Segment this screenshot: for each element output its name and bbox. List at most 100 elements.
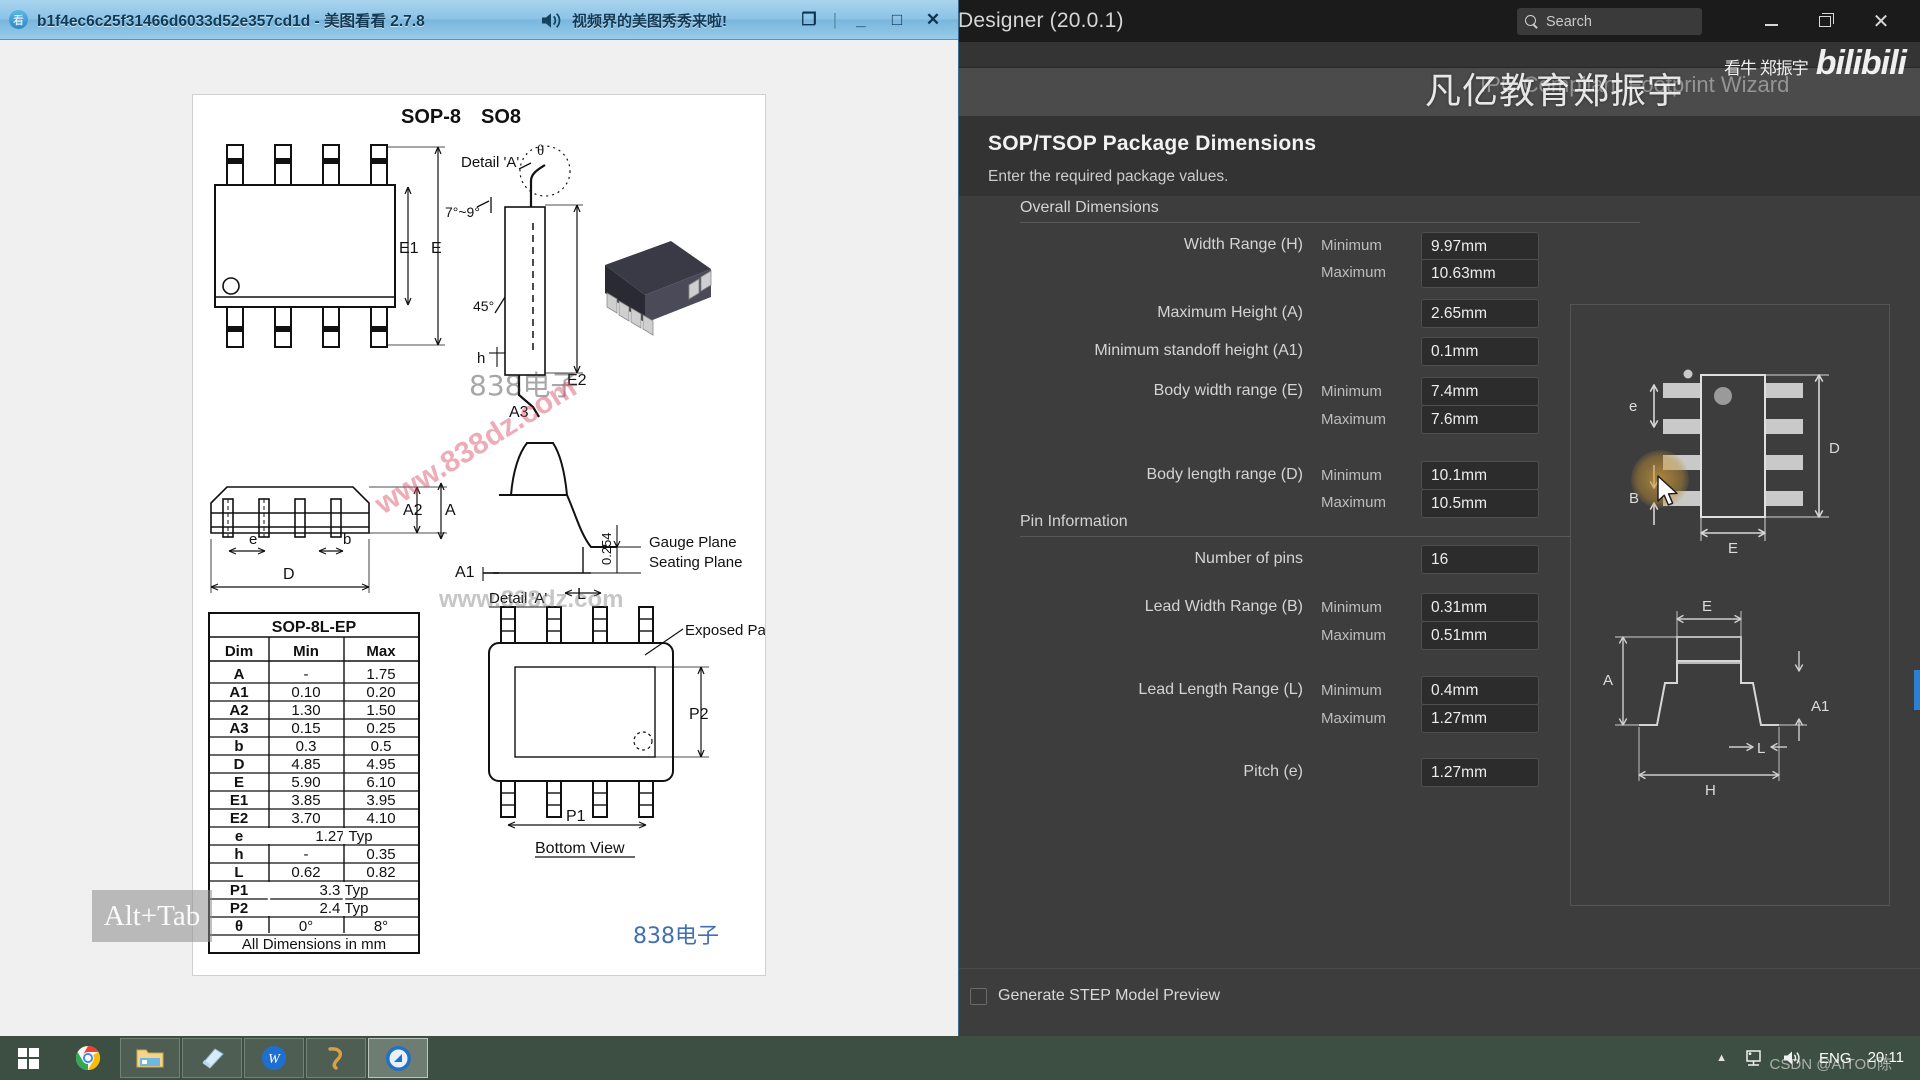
input-body-length-min[interactable]: 10.1mm — [1421, 461, 1539, 490]
search-input[interactable]: Search — [1517, 8, 1702, 35]
label-angle-45: 45° — [473, 298, 494, 314]
input-width-max[interactable]: 10.63mm — [1421, 259, 1539, 288]
start-button[interactable] — [0, 1036, 56, 1080]
label-number-of-pins: Number of pins — [958, 550, 1303, 568]
altium-icon — [385, 1045, 412, 1072]
taskbar-item-wps[interactable]: W — [244, 1038, 304, 1078]
input-body-width-max[interactable]: 7.6mm — [1421, 405, 1539, 434]
input-lead-width-min[interactable]: 0.31mm — [1421, 593, 1539, 622]
viewer-canvas[interactable]: SOP-8 SO8 — [0, 40, 958, 1036]
dim-p2: P2 — [689, 706, 709, 723]
svg-text:-: - — [304, 846, 309, 863]
label-seating-plane: Seating Plane — [649, 554, 742, 571]
footprint-wizard-dialog: SOP/TSOP Package Dimensions Enter the re… — [958, 116, 1920, 1040]
viewer-minimize-button[interactable]: _ — [846, 7, 876, 33]
generate-step-model-preview-checkbox[interactable]: Generate STEP Model Preview — [970, 987, 1920, 1005]
svg-text:5.90: 5.90 — [291, 774, 320, 791]
label-max-height: Maximum Height (A) — [958, 304, 1303, 322]
viewer-window-controls: ❐ | _ □ ✕ — [794, 0, 948, 40]
generate-step-model-preview-label: Generate STEP Model Preview — [998, 987, 1220, 1005]
label-width-minimum: Minimum — [1321, 237, 1382, 254]
search-icon — [1525, 15, 1539, 29]
wizard-title: SOP/TSOP Package Dimensions — [988, 132, 1920, 156]
input-lead-length-min[interactable]: 0.4mm — [1421, 676, 1539, 705]
preview-dim-d: D — [1829, 440, 1840, 457]
svg-text:A2: A2 — [229, 702, 248, 719]
taskbar-item-app-yellow[interactable] — [306, 1038, 366, 1078]
label-pitch: Pitch (e) — [958, 763, 1303, 781]
maximize-button[interactable] — [1802, 0, 1848, 42]
dim-e-pitch: e — [249, 531, 257, 548]
taskbar-item-image-viewer[interactable] — [182, 1038, 242, 1078]
image-viewer-window: 看 b1f4ec6c25f31466d6033d52e357cd1d - 美图看… — [0, 0, 958, 1036]
table-header-min: Min — [293, 643, 319, 660]
svg-text:D: D — [234, 756, 245, 773]
input-max-height[interactable]: 2.65mm — [1421, 299, 1539, 328]
wizard-subtitle: Enter the required package values. — [988, 168, 1920, 186]
svg-text:0.62: 0.62 — [291, 864, 320, 881]
label-body-width-maximum: Maximum — [1321, 411, 1386, 428]
label-detail-a-top: Detail 'A' — [461, 154, 519, 171]
input-lead-width-max[interactable]: 0.51mm — [1421, 621, 1539, 650]
svg-text:0.3: 0.3 — [296, 738, 317, 755]
label-width-range: Width Range (H) — [958, 236, 1303, 254]
wizard-body: Overall Dimensions Width Range (H) Minim… — [958, 196, 1920, 968]
preview-dim-e: e — [1629, 398, 1637, 415]
viewer-app-icon: 看 — [9, 10, 28, 29]
section-pin-information-label: Pin Information — [1020, 513, 1128, 531]
input-body-width-min[interactable]: 7.4mm — [1421, 377, 1539, 406]
taskbar-item-chrome[interactable] — [58, 1038, 118, 1078]
svg-text:W: W — [268, 1052, 281, 1067]
svg-text:6.10: 6.10 — [366, 774, 395, 791]
wps-icon: W — [261, 1045, 287, 1071]
svg-text:3.85: 3.85 — [291, 792, 320, 809]
svg-text:A3: A3 — [229, 720, 248, 737]
viewer-titlebar[interactable]: 看 b1f4ec6c25f31466d6033d52e357cd1d - 美图看… — [0, 0, 958, 40]
mouse-cursor-icon — [1656, 475, 1682, 509]
input-pitch[interactable]: 1.27mm — [1421, 758, 1539, 787]
table-header-max: Max — [366, 643, 396, 660]
dim-a1-detail: A1 — [455, 564, 475, 581]
svg-text:4.95: 4.95 — [366, 756, 395, 773]
show-hidden-icons-button[interactable]: ▲ — [1716, 1052, 1727, 1064]
label-body-length-minimum: Minimum — [1321, 467, 1382, 484]
network-icon[interactable] — [1743, 1048, 1765, 1068]
close-button[interactable]: ✕ — [1858, 0, 1904, 42]
taskbar-item-altium-designer[interactable] — [368, 1038, 428, 1078]
viewer-title-text: b1f4ec6c25f31466d6033d52e357cd1d - 美图看看 … — [37, 9, 425, 31]
datasheet-drawing: SOP-8 SO8 — [193, 95, 766, 976]
svg-text:1.50: 1.50 — [366, 702, 395, 719]
input-body-length-max[interactable]: 10.5mm — [1421, 489, 1539, 518]
scrollbar-thumb[interactable] — [1914, 670, 1920, 710]
input-lead-length-max[interactable]: 1.27mm — [1421, 704, 1539, 733]
svg-text:0.25: 0.25 — [366, 720, 395, 737]
table-header-dim: Dim — [225, 643, 253, 660]
minimize-button[interactable] — [1748, 0, 1794, 42]
viewer-close-button[interactable]: ✕ — [918, 7, 948, 33]
svg-text:L: L — [234, 864, 243, 881]
checkbox-icon — [970, 988, 987, 1005]
dim-0254: 0.254 — [599, 532, 614, 565]
viewer-ad-text: 视频界的美图秀秀来啦! — [572, 10, 727, 31]
label-body-width: Body width range (E) — [958, 382, 1303, 400]
input-number-of-pins[interactable]: 16 — [1421, 545, 1539, 574]
table-footer: All Dimensions in mm — [242, 936, 386, 953]
wizard-header: SOP/TSOP Package Dimensions Enter the re… — [958, 116, 1920, 196]
preview-dim-b: B — [1629, 490, 1639, 507]
csdn-watermark: CSDN @AITOU陈 — [1770, 1053, 1892, 1074]
datasheet-heading-so8: SO8 — [481, 106, 521, 128]
label-lead-length-minimum: Minimum — [1321, 682, 1382, 699]
viewer-maximize-button[interactable]: □ — [882, 7, 912, 33]
viewer-restore-button[interactable]: ❐ — [794, 7, 824, 33]
svg-text:E: E — [234, 774, 244, 791]
svg-text:8°: 8° — [374, 918, 388, 935]
input-width-min[interactable]: 9.97mm — [1421, 232, 1539, 261]
taskbar-item-file-explorer[interactable] — [120, 1038, 180, 1078]
svg-text:h: h — [234, 846, 243, 863]
svg-text:0.20: 0.20 — [366, 684, 395, 701]
viewer-ad-banner[interactable]: 视频界的美图秀秀来啦! — [540, 10, 727, 31]
screen: Designer (20.0.1) Search ✕ IPC Compliant… — [0, 0, 1920, 1080]
label-h-top: h — [477, 350, 485, 367]
input-min-standoff[interactable]: 0.1mm — [1421, 337, 1539, 366]
section-pin-divider — [1020, 536, 1640, 537]
